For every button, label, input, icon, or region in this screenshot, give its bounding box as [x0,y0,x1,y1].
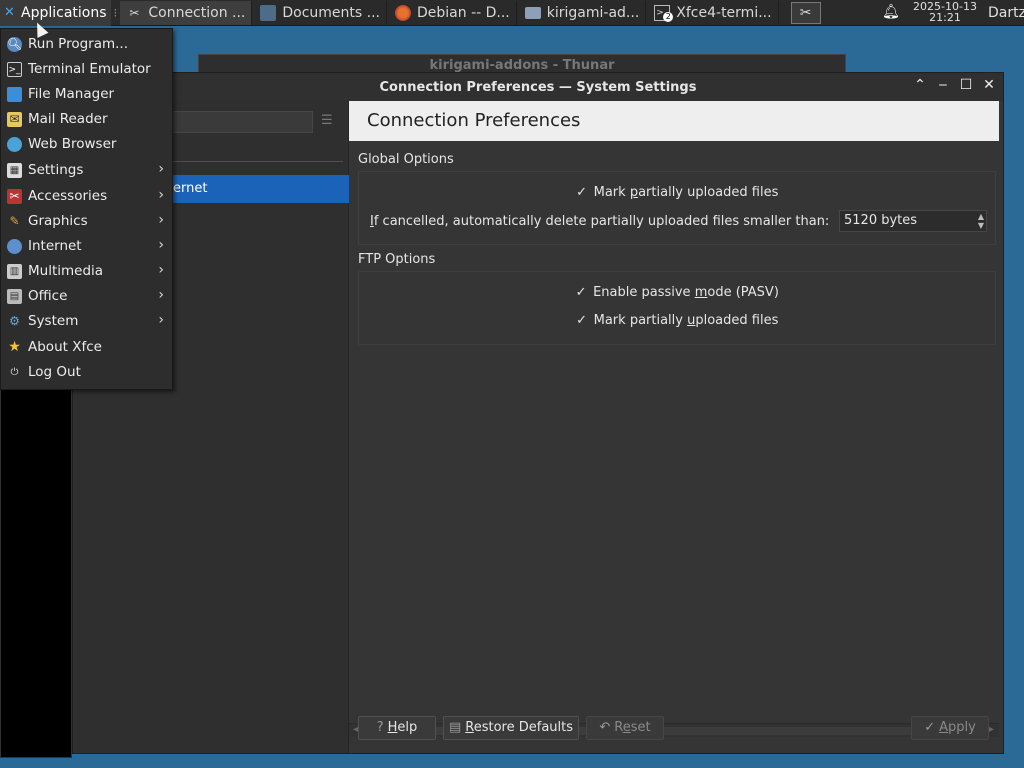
ftp-options-group: ✓ Enable passive mode (PASV) ✓ Mark partia… [358,271,996,345]
taskbar-item-debian[interactable]: Debian -- D... [389,0,517,25]
chevron-right-icon: › [158,161,164,177]
tools-icon: ✂ [799,4,812,21]
shade-button[interactable]: ⌃ [910,77,930,93]
menu-item-about-xfce[interactable]: ★ About Xfce [1,335,172,359]
mail-icon: ✉ [7,111,22,127]
taskbar-item-kirigami[interactable]: kirigami-ad... [519,0,647,25]
applications-menu: 🔍︎ Run Program... >_ Terminal Emulator F… [0,28,173,390]
restore-defaults-button[interactable]: ▤ Restore Defaults [443,716,579,740]
chevron-right-icon: › [158,287,164,303]
thunar-window-title: kirigami-addons - Thunar [429,58,615,73]
document-revert-icon: ▤ [448,720,462,735]
delete-size-value: 5120 bytes [844,213,918,228]
system-icon: ⚙ [9,313,20,328]
menu-item-multimedia[interactable]: ▥ Multimedia › [1,259,172,283]
global-options-group: ✓ Mark partially uploaded files If cancel… [358,171,996,245]
help-button[interactable]: ? Help [358,716,436,740]
menu-item-internet[interactable]: Internet › [1,234,172,258]
menu-item-accessories[interactable]: ✂ Accessories › [1,184,172,208]
taskbar-item-label: Connection ... [148,4,246,21]
menu-item-system[interactable]: ⚙ System › [1,309,172,333]
menu-item-terminal-emulator[interactable]: >_ Terminal Emulator [1,57,172,81]
system-settings-window: Connection Preferences — System Settings… [72,72,1004,754]
window-titlebar[interactable]: Connection Preferences — System Settings [73,73,1003,101]
terminal-icon: >_ [7,61,22,77]
maximize-button[interactable]: ☐ [956,77,976,93]
multimedia-icon: ▥ [7,263,22,279]
taskbar-item-label: Xfce4-termi... [676,4,772,21]
mark-partial-checkbox[interactable]: ✓ Mark partially uploaded files [359,185,995,200]
taskbar-item-connection[interactable]: ✂ Connection ... [120,0,253,25]
menu-item-log-out[interactable]: ⏻ Log Out [1,360,172,384]
menu-item-office[interactable]: ▤ Office › [1,284,172,308]
settings-icon: ▦ [7,162,22,178]
taskbar-item-documents[interactable]: Documents ... [254,0,387,25]
sidebar-item-label: ernet [173,181,208,196]
chevron-right-icon: › [158,312,164,328]
ftp-options-title: FTP Options [358,252,436,267]
menu-item-web-browser[interactable]: Web Browser [1,132,172,156]
menu-item-graphics[interactable]: ✎ Graphics › [1,209,172,233]
clock-time: 21:21 [929,11,961,24]
undo-icon: ↶ [599,720,611,735]
firefox-icon [395,4,411,21]
scroll-right-icon[interactable]: ▸ [989,724,994,735]
terminal-window-background[interactable] [0,388,72,758]
applications-menu-button[interactable]: ✕ Applications [0,0,111,26]
menu-item-run-program[interactable]: 🔍︎ Run Program... [1,32,172,56]
user-menu[interactable]: Dartz [988,5,1024,21]
page-title: Connection Preferences [349,101,999,141]
folder-icon [524,6,541,19]
reset-button[interactable]: ↶ Reset [586,716,664,740]
checkmark-icon: ✓ [575,285,587,300]
logout-icon: ⏻ [10,366,19,378]
star-icon: ★ [8,338,21,355]
internet-icon [7,238,22,254]
global-options-title: Global Options [358,152,454,167]
window-count-badge: 2 [663,11,674,22]
minimize-button[interactable]: ‒ [933,77,953,93]
taskbar-item-label: Documents ... [282,4,380,21]
taskbar-item-terminal[interactable]: >_ 2 Xfce4-termi... [648,0,779,25]
ftp-mark-partial-checkbox[interactable]: ✓ Mark partially uploaded files [359,313,995,328]
taskbar-item-label: kirigami-ad... [546,4,640,21]
taskbar-item-label: Debian -- D... [417,4,510,21]
web-browser-icon [7,136,22,152]
menu-item-settings[interactable]: ▦ Settings › [1,158,172,182]
chevron-right-icon: › [158,237,164,253]
graphics-icon: ✎ [9,213,20,228]
notification-bell-icon[interactable]: 🔔︎ [882,4,900,20]
passive-mode-checkbox[interactable]: ✓ Enable passive mode (PASV) [359,285,995,300]
terminal-icon: >_ 2 [654,4,674,22]
menu-item-file-manager[interactable]: File Manager [1,82,172,106]
menu-item-mail-reader[interactable]: ✉ Mail Reader [1,107,172,131]
settings-launcher-button[interactable]: ✂ [790,1,821,24]
applications-label: Applications [21,4,107,21]
apply-button[interactable]: ✓ Apply [911,716,989,740]
run-program-icon: 🔍︎ [7,36,23,52]
accessories-icon: ✂ [7,188,22,204]
office-icon: ▤ [7,288,22,304]
top-panel: ✕ Applications ⁝ ✂ Connection ... Docume… [0,0,1024,26]
file-manager-icon [7,86,22,102]
delete-partial-label: If cancelled, automatically delete parti… [370,214,830,229]
delete-size-spinbox[interactable]: 5120 bytes ▲ ▼ [839,210,987,232]
spin-arrows-icon[interactable]: ▲ ▼ [978,212,984,230]
settings-content: Connection Preferences Global Options ✓ M… [349,101,1004,753]
help-icon: ? [376,720,384,735]
panel-separator: ⁝ [113,5,118,20]
hamburger-menu-icon[interactable]: ☰ [321,113,333,128]
window-title: Connection Preferences — System Settings [379,79,697,95]
close-button[interactable]: ✕ [979,77,999,93]
checkmark-icon: ✓ [576,313,588,328]
clock[interactable]: 2025-10-13 21:21 [912,1,978,23]
chevron-right-icon: › [158,187,164,203]
xfce-logo-icon: ✕ [4,4,15,20]
document-icon [260,4,277,21]
checkmark-icon: ✓ [576,185,588,200]
tools-icon: ✂ [129,5,140,20]
chevron-right-icon: › [158,262,164,278]
check-icon: ✓ [924,720,936,735]
chevron-right-icon: › [158,212,164,228]
